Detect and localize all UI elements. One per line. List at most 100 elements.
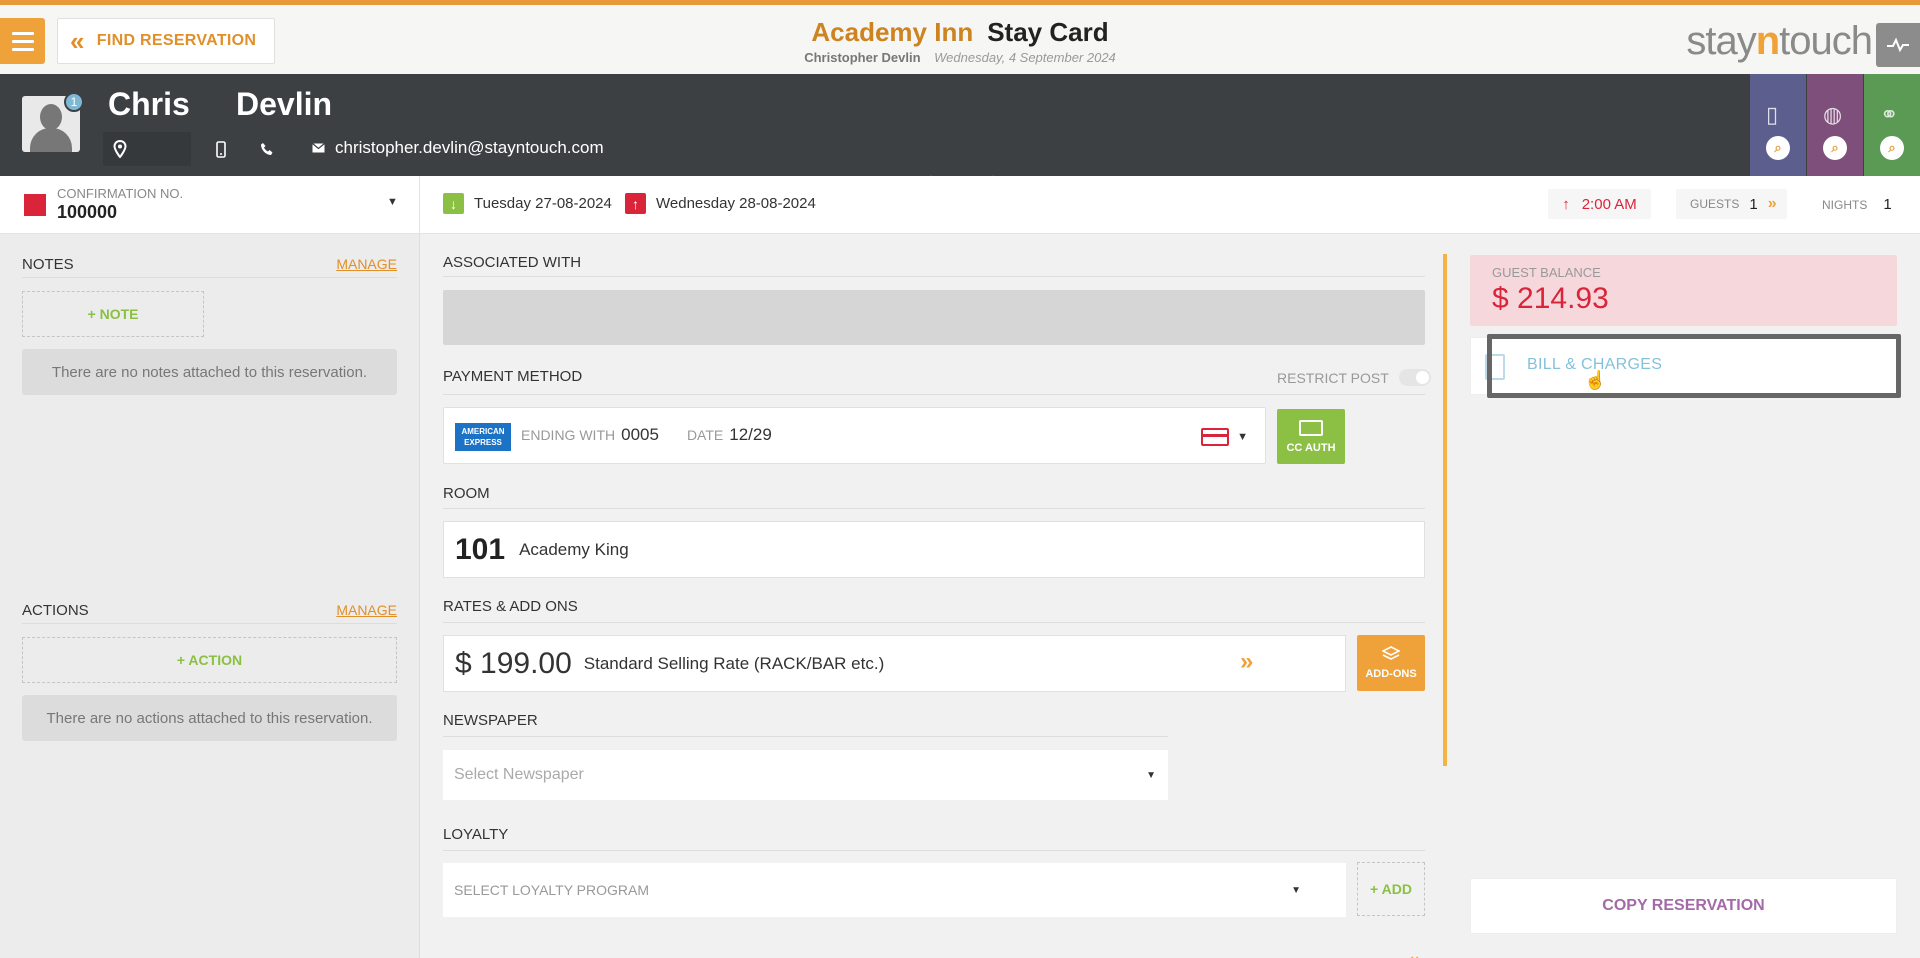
room-type: Academy King: [519, 539, 629, 559]
notes-header: NOTES MANAGE: [22, 256, 397, 278]
activity-pulse-button[interactable]: [1876, 23, 1920, 67]
tab-group-card[interactable]: ⚭ ⌕: [1864, 74, 1920, 176]
reservation-dates-bar: CONFIRMATION NO. 100000 ▼ ↓ Tuesday 27-0…: [0, 176, 1920, 234]
cc-auth-label: CC AUTH: [1286, 441, 1336, 454]
envelope-icon: [312, 143, 325, 153]
payment-method-label: PAYMENT METHOD: [443, 368, 583, 385]
credit-card-icon: [1299, 419, 1323, 436]
rates-addons-label: RATES & ADD ONS: [443, 598, 578, 615]
arrival-date-text: Tuesday 27-08-2024: [474, 195, 612, 212]
add-ons-button[interactable]: ADD-ONS: [1357, 635, 1425, 691]
notes-empty-message: There are no notes attached to this rese…: [22, 349, 397, 395]
add-action-button[interactable]: + ACTION: [22, 637, 397, 683]
phone-icon: [261, 143, 273, 155]
departure-date[interactable]: ↑ Wednesday 28-08-2024: [625, 193, 816, 214]
building-icon: ▯: [1766, 102, 1779, 127]
restrict-post-label: RESTRICT POST: [1277, 369, 1389, 386]
room-number: 101: [455, 532, 506, 566]
chevron-down-icon[interactable]: ⌄: [1408, 946, 1421, 958]
bill-charges-highlight: [1487, 334, 1901, 398]
confirmation-selector[interactable]: CONFIRMATION NO. 100000 ▼: [0, 176, 420, 234]
newspaper-label: NEWSPAPER: [443, 712, 538, 729]
associated-with-label: ASSOCIATED WITH: [443, 254, 582, 271]
arrow-up-icon: ↑: [1562, 195, 1570, 213]
departure-time-chip[interactable]: ↑ 2:00 AM: [1548, 189, 1651, 219]
ending-with-value: 0005: [621, 425, 659, 444]
actions-empty-message: There are no actions attached to this re…: [22, 695, 397, 741]
divider: [443, 276, 1425, 277]
restrict-post-toggle[interactable]: [1398, 369, 1431, 386]
tab-travel-agent-card[interactable]: ◍ ⌕: [1807, 74, 1863, 176]
room-label: ROOM: [443, 485, 490, 502]
guest-balance-label: GUEST BALANCE: [1492, 265, 1601, 280]
group-icon: ⚭: [1880, 102, 1899, 127]
double-chevron-down-icon: »: [1767, 195, 1777, 212]
cc-auth-button[interactable]: CC AUTH: [1277, 409, 1345, 464]
guest-location-field[interactable]: [103, 132, 191, 166]
actions-title: ACTIONS: [22, 602, 89, 619]
payment-method-card[interactable]: AMERICAN EXPRESS ENDING WITH 0005 DATE 12…: [443, 407, 1266, 464]
search-icon: ⌕: [1823, 136, 1847, 160]
layers-icon: [1382, 646, 1400, 660]
business-date: Wednesday, 4 September 2024: [934, 50, 1116, 65]
departure-time: 2:00 AM: [1581, 195, 1637, 213]
copy-reservation-button[interactable]: COPY RESERVATION: [1470, 878, 1897, 934]
confirmation-label: CONFIRMATION NO.: [57, 186, 184, 201]
divider: [443, 622, 1425, 623]
departure-date-text: Wednesday 28-08-2024: [656, 195, 816, 212]
nights-display: NIGHTS 1: [1822, 196, 1892, 213]
guest-email[interactable]: christopher.devlin@stayntouch.com: [312, 138, 604, 158]
add-note-button[interactable]: + NOTE: [22, 291, 204, 337]
left-panel: NOTES MANAGE + NOTE There are no notes a…: [0, 234, 420, 958]
caret-down-icon[interactable]: ▼: [387, 196, 398, 208]
add-ons-label: ADD-ONS: [1365, 668, 1417, 680]
actions-manage-link[interactable]: MANAGE: [336, 602, 397, 619]
mobile-phone-field[interactable]: [206, 132, 236, 166]
add-loyalty-button[interactable]: + ADD: [1357, 862, 1425, 916]
page-header: Academy Inn Stay Card Christopher Devlin …: [0, 17, 1920, 65]
amex-card-logo: AMERICAN EXPRESS: [455, 423, 511, 451]
rate-amount: $ 199.00: [455, 646, 572, 680]
rate-name: Standard Selling Rate (RACK/BAR etc.): [583, 653, 885, 673]
associated-with-field[interactable]: [443, 290, 1425, 345]
guest-first-name[interactable]: Chris: [108, 86, 190, 123]
arrival-date[interactable]: ↓ Tuesday 27-08-2024: [443, 193, 612, 214]
guest-email-text: christopher.devlin@stayntouch.com: [335, 138, 604, 157]
section-divider: [1443, 254, 1447, 766]
loyalty-placeholder: SELECT LOYALTY PROGRAM: [454, 882, 650, 898]
credit-card-icon: [1201, 428, 1230, 446]
double-chevron-right-icon[interactable]: »: [1240, 648, 1253, 676]
caret-down-icon: ▼: [1291, 884, 1301, 896]
location-pin-icon: [113, 140, 127, 158]
caret-down-icon: ▼: [1237, 431, 1248, 443]
top-bar: « FIND RESERVATION Academy Inn Stay Card …: [0, 0, 1920, 74]
divider: [443, 736, 1168, 737]
notes-title: NOTES: [22, 256, 74, 273]
actions-header: ACTIONS MANAGE: [22, 602, 397, 624]
room-field[interactable]: 101 Academy King: [443, 521, 1425, 578]
guest-count-badge: 1: [64, 92, 84, 112]
loyalty-program-select[interactable]: SELECT LOYALTY PROGRAM ▼: [443, 863, 1346, 917]
divider: [443, 508, 1425, 509]
guests-selector[interactable]: GUESTS 1 »: [1676, 189, 1787, 219]
arrow-down-icon: ↓: [443, 193, 464, 214]
newspaper-select[interactable]: Select Newspaper ▼: [443, 750, 1168, 800]
date-label: DATE: [686, 427, 724, 443]
guest-last-name[interactable]: Devlin: [236, 86, 332, 123]
rate-field[interactable]: $ 199.00 Standard Selling Rate (RACK/BAR…: [443, 635, 1346, 692]
reservation-status-indicator: [24, 194, 46, 216]
newspaper-placeholder: Select Newspaper: [454, 766, 584, 783]
payment-type-selector[interactable]: ▼: [1201, 428, 1248, 446]
guest-balance-card: GUEST BALANCE $ 214.93: [1470, 255, 1897, 326]
mobile-phone-icon: [216, 140, 226, 158]
confirmation-number: 100000: [57, 202, 118, 222]
restrict-post-control[interactable]: RESTRICT POST: [1277, 369, 1431, 386]
tab-company-card[interactable]: ▯ ⌕: [1750, 74, 1806, 176]
phone-field[interactable]: [252, 132, 282, 166]
globe-icon: ◍: [1823, 102, 1843, 127]
search-icon: ⌕: [1766, 136, 1790, 160]
guest-header: 1 Chris Devlin christopher.devlin@staynt…: [0, 74, 1920, 176]
hotel-name: Academy Inn: [811, 17, 974, 47]
notes-manage-link[interactable]: MANAGE: [336, 256, 397, 273]
guests-label: GUESTS: [1690, 197, 1740, 211]
